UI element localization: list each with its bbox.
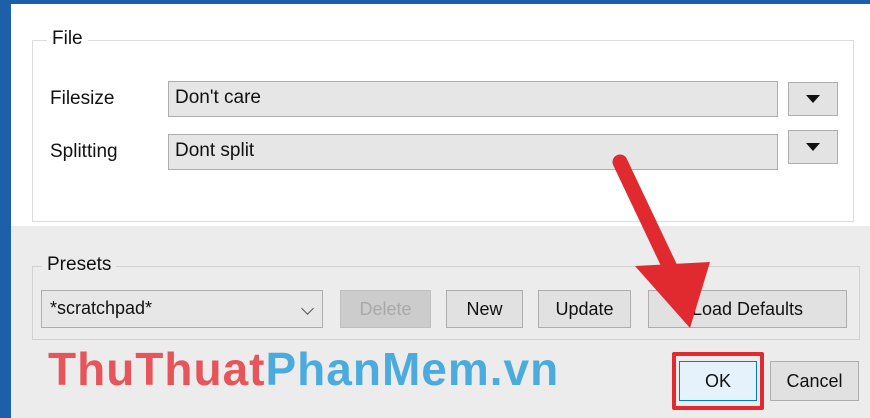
filesize-dropdown-button[interactable] [788,82,838,116]
watermark-part2: PhanMem [265,343,490,395]
update-preset-button[interactable]: Update [538,290,631,328]
cancel-button[interactable]: Cancel [770,361,859,401]
new-preset-button[interactable]: New [446,290,523,328]
file-group-title: File [47,28,88,50]
triangle-down-icon [806,95,820,103]
watermark-part1: ThuThuat [48,343,266,395]
preset-select[interactable]: *scratchpad* [41,290,323,328]
file-group-box [32,40,854,222]
filesize-field[interactable]: Don't care [168,81,778,117]
filesize-label: Filesize [50,88,115,109]
window-border-left [0,0,11,418]
triangle-down-icon [806,143,820,151]
delete-preset-button[interactable]: Delete [340,290,431,328]
presets-group-title: Presets [42,254,117,276]
watermark: ThuThuatPhanMem.vn [48,342,559,396]
splitting-dropdown-button[interactable] [788,130,838,164]
ok-highlight-box [672,352,764,410]
watermark-part3: .vn [489,343,560,395]
splitting-field[interactable]: Dont split [168,134,778,170]
load-defaults-button[interactable]: Load Defaults [648,290,847,328]
chevron-down-icon [301,302,314,315]
preset-select-value: *scratchpad* [50,298,153,318]
splitting-label: Splitting [50,141,118,162]
